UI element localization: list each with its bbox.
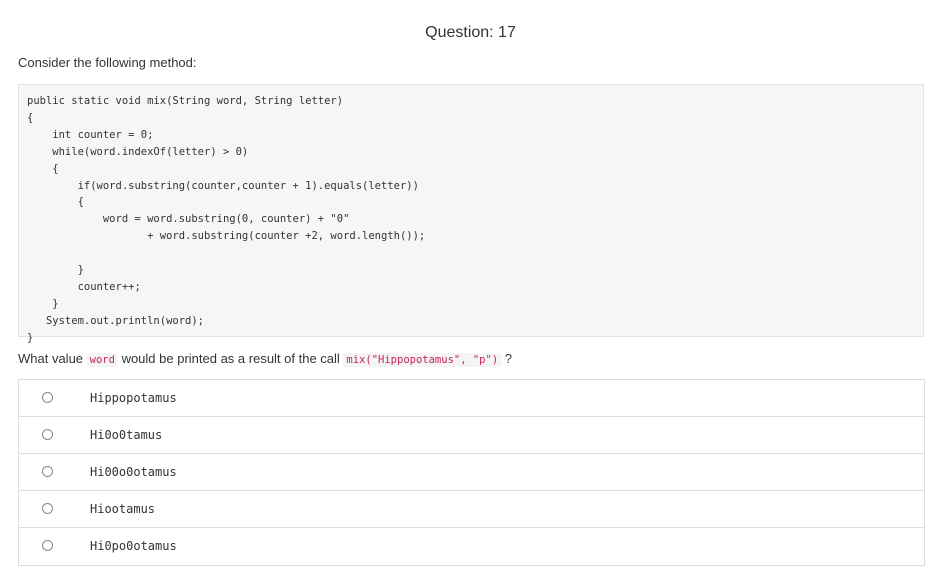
- radio-button[interactable]: [42, 392, 53, 403]
- question-intro: Consider the following method:: [18, 55, 197, 70]
- radio-button[interactable]: [42, 429, 53, 440]
- code-line: }: [27, 297, 59, 310]
- code-line: if(word.substring(counter,counter + 1).e…: [27, 179, 419, 192]
- choice-label: Hiootamus: [90, 502, 156, 516]
- code-line: public static void mix(String word, Stri…: [27, 95, 344, 107]
- code-listing: public static void mix(String word, Stri…: [27, 93, 425, 347]
- answer-choices: Hippopotamus Hi0o0tamus Hi00o0otamus Hio…: [18, 379, 925, 566]
- inline-code-word: word: [86, 353, 118, 367]
- code-line: word = word.substring(0, counter) + "0": [27, 213, 350, 226]
- code-line: {: [27, 162, 59, 175]
- question-prompt: What value word would be printed as a re…: [18, 351, 512, 367]
- code-block: public static void mix(String word, Stri…: [18, 84, 924, 344]
- code-line: }: [27, 264, 84, 277]
- radio-button[interactable]: [42, 503, 53, 514]
- code-line: System.out.println(word);: [27, 314, 205, 327]
- code-line: {: [27, 196, 84, 209]
- radio-button[interactable]: [42, 466, 53, 477]
- answer-choice[interactable]: Hi0po0otamus: [19, 528, 924, 565]
- code-line: + word.substring(counter +2, word.length…: [27, 230, 426, 243]
- question-number: Question: 17: [425, 24, 516, 41]
- choice-label: Hi00o0otamus: [90, 465, 177, 479]
- answer-choice[interactable]: Hippopotamus: [19, 380, 924, 417]
- code-line: {: [27, 111, 34, 124]
- radio-button[interactable]: [42, 540, 53, 551]
- choice-label: Hi0o0tamus: [90, 428, 163, 442]
- answer-choice[interactable]: Hi0o0tamus: [19, 417, 924, 454]
- code-line: int counter = 0;: [27, 128, 154, 141]
- code-line: }: [27, 331, 34, 344]
- choice-label: Hippopotamus: [90, 391, 177, 405]
- answer-choice[interactable]: Hi00o0otamus: [19, 454, 924, 491]
- choice-label: Hi0po0otamus: [90, 539, 177, 553]
- code-line: counter++;: [27, 280, 141, 293]
- code-line: while(word.indexOf(letter) > 0): [27, 145, 249, 158]
- inline-code-call: mix("Hippopotamus", "p"): [343, 353, 502, 367]
- answer-choice[interactable]: Hiootamus: [19, 491, 924, 528]
